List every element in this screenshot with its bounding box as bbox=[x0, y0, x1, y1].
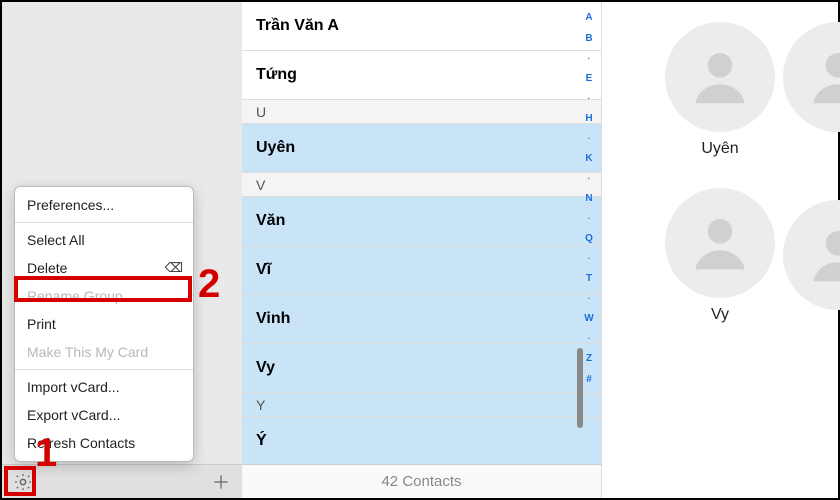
contact-row[interactable]: Văn bbox=[242, 197, 601, 246]
index-letter[interactable]: E bbox=[586, 73, 593, 84]
index-letter[interactable]: · bbox=[588, 134, 591, 143]
avatar-placeholder-icon bbox=[783, 200, 838, 310]
index-letter[interactable]: A bbox=[585, 12, 592, 23]
contact-card-partial[interactable] bbox=[783, 22, 838, 132]
contact-row[interactable]: Tứng bbox=[242, 51, 601, 100]
menu-preferences[interactable]: Preferences... bbox=[15, 191, 193, 219]
contact-row[interactable]: Vinh bbox=[242, 295, 601, 344]
index-letter[interactable]: # bbox=[586, 374, 592, 385]
contact-card[interactable]: Vy bbox=[665, 188, 775, 324]
menu-export-vcard[interactable]: Export vCard... bbox=[15, 401, 193, 429]
contact-row[interactable]: Uyên bbox=[242, 124, 601, 173]
contact-count: 42 Contacts bbox=[242, 464, 601, 498]
add-icon[interactable] bbox=[210, 471, 232, 493]
avatar-placeholder-icon bbox=[783, 22, 838, 132]
contact-row[interactable]: Trần Văn A bbox=[242, 2, 601, 51]
sidebar-footer bbox=[2, 464, 242, 498]
contact-list-pane: Trần Văn ATứngUUyênVVănVĩVinhVyYÝ AB · E · H ·… bbox=[242, 2, 602, 498]
index-letter[interactable]: · bbox=[588, 94, 591, 103]
contacts-app: Preferences... Select All Delete ⌫ Renam… bbox=[0, 0, 840, 500]
index-letter[interactable]: · bbox=[588, 214, 591, 223]
menu-divider bbox=[15, 222, 193, 223]
menu-rename-group: Rename Group bbox=[15, 282, 193, 310]
index-letter[interactable]: · bbox=[588, 254, 591, 263]
menu-print[interactable]: Print bbox=[15, 310, 193, 338]
index-letter[interactable]: · bbox=[588, 174, 591, 183]
index-letter[interactable]: · bbox=[588, 54, 591, 63]
index-letter[interactable]: H bbox=[585, 113, 592, 124]
index-letter[interactable]: Q bbox=[585, 233, 593, 244]
menu-import-vcard[interactable]: Import vCard... bbox=[15, 373, 193, 401]
index-letter[interactable]: · bbox=[588, 294, 591, 303]
menu-delete[interactable]: Delete ⌫ bbox=[15, 254, 193, 282]
contact-row[interactable]: Ý bbox=[242, 417, 601, 464]
contact-list[interactable]: Trần Văn ATứngUUyênVVănVĩVinhVyYÝ AB · E · H ·… bbox=[242, 2, 601, 464]
settings-menu: Preferences... Select All Delete ⌫ Renam… bbox=[14, 186, 194, 462]
menu-delete-label: Delete bbox=[27, 260, 67, 276]
section-header: Y bbox=[242, 393, 601, 417]
index-letter[interactable]: Z bbox=[586, 353, 592, 364]
contact-card-partial[interactable] bbox=[783, 200, 838, 310]
contact-row[interactable]: Vĩ bbox=[242, 246, 601, 295]
alpha-index[interactable]: AB · E · H · K · N · Q · T · W · Z # bbox=[581, 6, 597, 460]
scrollbar[interactable] bbox=[577, 348, 583, 428]
menu-select-all[interactable]: Select All bbox=[15, 226, 193, 254]
backspace-icon: ⌫ bbox=[165, 260, 183, 276]
gear-icon[interactable] bbox=[12, 471, 34, 493]
index-letter[interactable]: K bbox=[585, 153, 592, 164]
index-letter[interactable]: B bbox=[585, 33, 592, 44]
contact-card[interactable]: Uyên bbox=[665, 22, 775, 158]
index-letter[interactable]: N bbox=[585, 193, 592, 204]
menu-make-my-card: Make This My Card bbox=[15, 338, 193, 366]
index-letter[interactable]: · bbox=[588, 334, 591, 343]
contact-card-name: Vy bbox=[711, 306, 729, 324]
avatar-placeholder-icon bbox=[665, 22, 775, 132]
detail-pane: Uyên Vy bbox=[602, 2, 838, 498]
index-letter[interactable]: W bbox=[584, 313, 593, 324]
contact-card-name: Uyên bbox=[701, 140, 738, 158]
menu-refresh-contacts[interactable]: Refresh Contacts bbox=[15, 429, 193, 457]
menu-divider bbox=[15, 369, 193, 370]
sidebar: Preferences... Select All Delete ⌫ Renam… bbox=[2, 2, 242, 498]
contact-row[interactable]: Vy bbox=[242, 344, 601, 393]
avatar-placeholder-icon bbox=[665, 188, 775, 298]
section-header: V bbox=[242, 173, 601, 197]
section-header: U bbox=[242, 100, 601, 124]
index-letter[interactable]: T bbox=[586, 273, 592, 284]
